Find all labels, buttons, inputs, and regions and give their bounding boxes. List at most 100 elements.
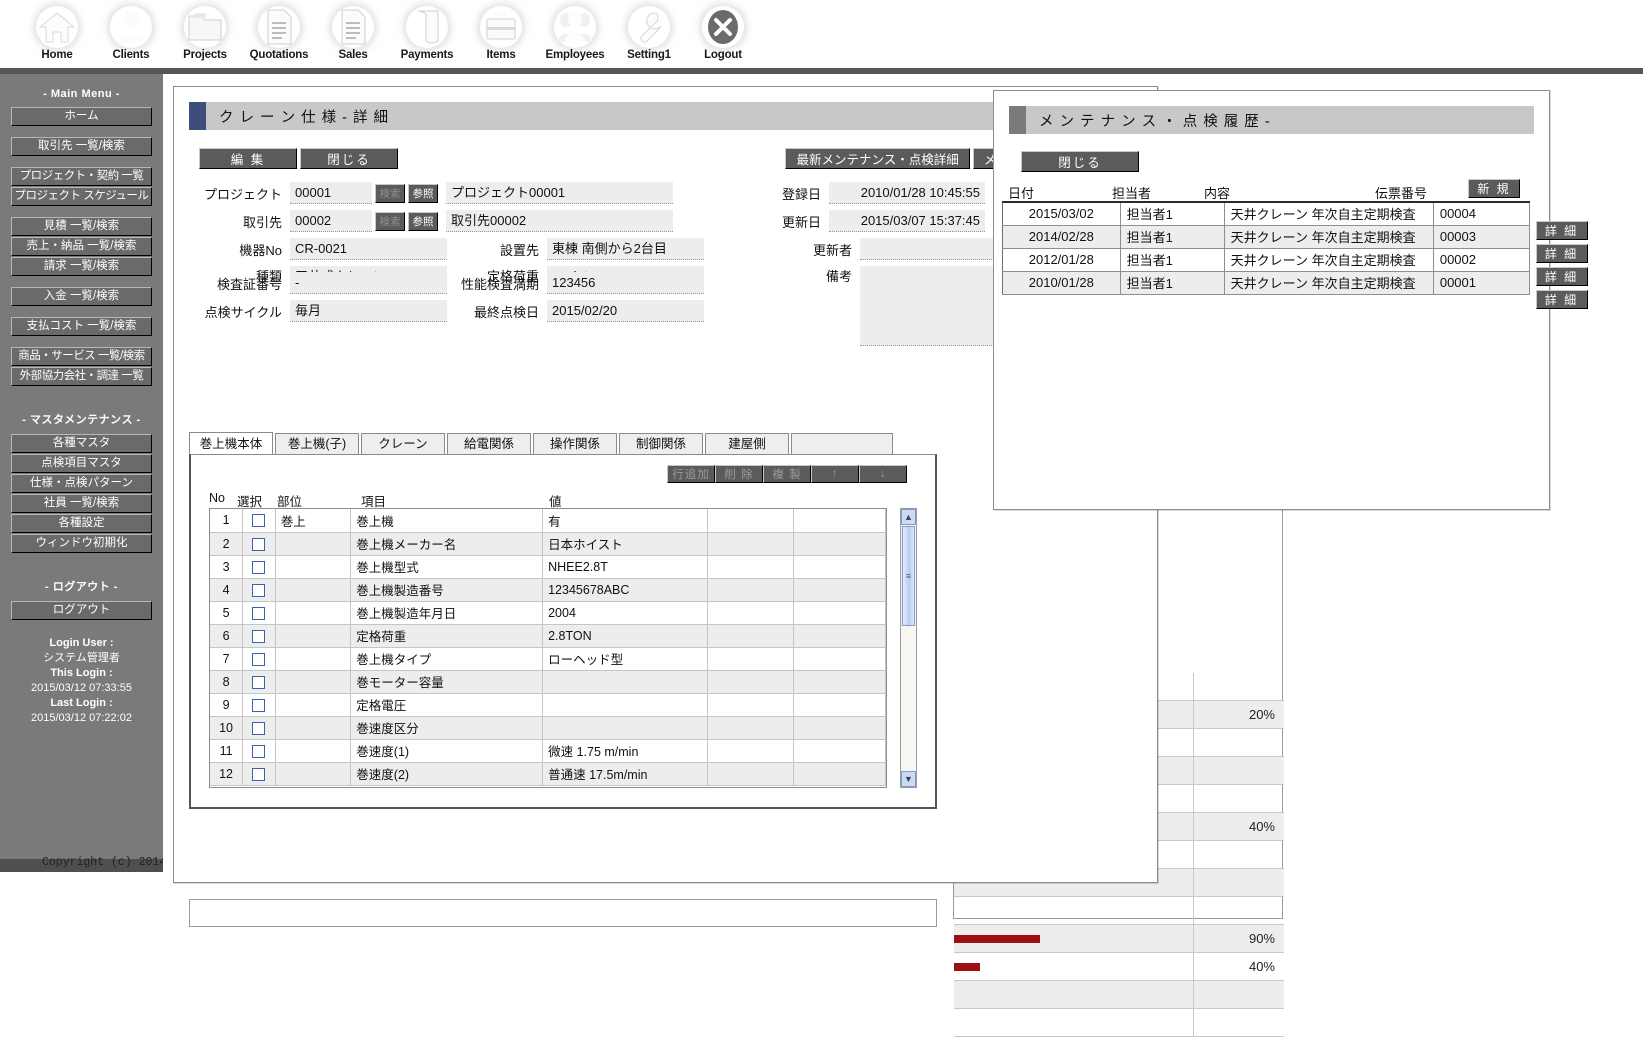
row-checkbox[interactable] (252, 514, 266, 528)
cell-select[interactable] (242, 601, 276, 625)
cell-select[interactable] (242, 762, 276, 786)
sidebar-item-project-contract[interactable]: プロジェクト・契約 一覧 (11, 167, 152, 186)
sidebar-item-settings[interactable]: 各種設定 (11, 514, 152, 533)
scroll-up-arrow-icon[interactable]: ▲ (901, 509, 916, 525)
project-search-button[interactable]: 検索 (375, 183, 405, 203)
sidebar-item-employees[interactable]: 社員 一覧/検索 (11, 494, 152, 513)
last-insp-field[interactable]: 2015/02/20 (547, 300, 704, 322)
table-row[interactable]: 9 定格電圧 (210, 693, 886, 717)
duplicate-row-button[interactable]: 複 製 (763, 465, 811, 483)
tab-crane[interactable]: クレーン (361, 433, 445, 455)
topnav-logout[interactable]: Logout (686, 0, 760, 61)
cell-select[interactable] (242, 739, 276, 763)
cell-select[interactable] (242, 532, 276, 556)
topnav-employees[interactable]: Employees (538, 0, 612, 61)
sidebar-item-clients[interactable]: 取引先 一覧/検索 (11, 137, 152, 156)
sidebar-item-master-various[interactable]: 各種マスタ (11, 434, 152, 453)
table-row[interactable]: 10 巻速度区分 (210, 716, 886, 740)
perf-exp-field[interactable]: 123456 (547, 272, 704, 294)
tab-control[interactable]: 制御関係 (619, 433, 703, 455)
row-checkbox[interactable] (252, 652, 266, 666)
row-checkbox[interactable] (252, 698, 266, 712)
sidebar-item-delivery[interactable]: 売上・納品 一覧/検索 (11, 237, 152, 256)
row-checkbox[interactable] (252, 721, 266, 735)
equipment-no-field[interactable]: CR-0021 (290, 238, 447, 260)
cell-select[interactable] (242, 509, 276, 533)
table-row[interactable]: 7 巻上機タイプ ローヘッド型 (210, 647, 886, 671)
client-search-button[interactable]: 検索 (375, 211, 405, 231)
scroll-down-arrow-icon[interactable]: ▼ (901, 771, 916, 787)
topnav-clients[interactable]: Clients (94, 0, 168, 61)
sidebar-item-window-reset[interactable]: ウィンドウ初期化 (11, 534, 152, 553)
table-row[interactable]: 6 定格荷重 2.8TON (210, 624, 886, 648)
client-code-field[interactable]: 00002 (290, 210, 372, 232)
scrollbar-thumb[interactable]: ≡ (902, 526, 915, 626)
edit-button[interactable]: 編 集 (199, 148, 297, 169)
table-row[interactable]: 2014/02/28 担当者1 天井クレーン 年次自主定期検査 00003 詳 細 (1002, 225, 1588, 263)
cert-no-field[interactable]: - (290, 272, 447, 294)
row-checkbox[interactable] (252, 606, 266, 620)
close-button[interactable]: 閉じる (300, 148, 398, 169)
table-row[interactable]: 8 巻モーター容量 (210, 670, 886, 694)
project-reference-button[interactable]: 参照 (408, 183, 438, 203)
spec-grid[interactable]: 1 巻上 巻上機有 2 巻上機メーカー名 日本ホイスト 3 巻上機型式 NHEE2.8T 4… (209, 508, 887, 788)
sidebar-item-logout[interactable]: ログアウト (11, 601, 152, 620)
topnav-projects[interactable]: Projects (168, 0, 242, 61)
grid-vertical-scrollbar[interactable]: ▲ ≡ ▼ (900, 508, 917, 788)
cycle-field[interactable]: 毎月 (290, 300, 447, 322)
tab-power-supply[interactable]: 給電関係 (447, 433, 531, 455)
tab-operation[interactable]: 操作関係 (533, 433, 617, 455)
cell-select[interactable] (242, 670, 276, 694)
table-row[interactable]: 3 巻上機型式 NHEE2.8T (210, 555, 886, 579)
table-row[interactable]: 2015/03/02 担当者1 天井クレーン 年次自主定期検査 00004 詳 細 (1002, 202, 1588, 241)
topnav-sales[interactable]: Sales (316, 0, 390, 61)
move-down-button[interactable]: ↓ (859, 465, 907, 483)
table-row[interactable]: 2010/01/28 担当者1 天井クレーン 年次自主定期検査 00001 詳 細 (1002, 271, 1588, 309)
table-row[interactable]: 4 巻上機製造番号 12345678ABC (210, 578, 886, 602)
history-close-button[interactable]: 閉じる (1021, 151, 1139, 172)
sidebar-item-payment-cost[interactable]: 支払コスト 一覧/検索 (11, 317, 152, 336)
row-checkbox[interactable] (252, 675, 266, 689)
topnav-home[interactable]: Home (20, 0, 94, 61)
topnav-quotations[interactable]: Quotations (242, 0, 316, 61)
row-checkbox[interactable] (252, 537, 266, 551)
delete-row-button[interactable]: 削 除 (715, 465, 763, 483)
sidebar-item-master-spec-pattern[interactable]: 仕様・点検パターン (11, 474, 152, 493)
location-field[interactable]: 東棟 南側から2台目 (547, 238, 704, 260)
tab-hoist-child[interactable]: 巻上機(子) (275, 433, 359, 455)
tab-building-side[interactable]: 建屋側 (705, 433, 789, 455)
cell-select[interactable] (242, 716, 276, 740)
sidebar-item-home[interactable]: ホーム (11, 107, 152, 126)
sidebar-item-quotation[interactable]: 見積 一覧/検索 (11, 217, 152, 236)
latest-maintenance-detail-button[interactable]: 最新メンテナンス・点検詳細 (785, 148, 970, 169)
client-reference-button[interactable]: 参照 (408, 211, 438, 231)
table-row[interactable]: 1 巻上 巻上機有 (210, 509, 886, 533)
cell-select[interactable] (242, 555, 276, 579)
cell-select[interactable] (242, 693, 276, 717)
row-checkbox[interactable] (252, 560, 266, 574)
table-row[interactable]: 11 巻速度(1) 微速 1.75 m/min (210, 739, 886, 763)
sidebar-item-master-inspection[interactable]: 点検項目マスタ (11, 454, 152, 473)
project-code-field[interactable]: 00001 (290, 182, 372, 204)
add-row-button[interactable]: 行追加 (667, 465, 715, 483)
cell-select[interactable] (242, 578, 276, 602)
tab-hoist-body[interactable]: 巻上機本体 (189, 432, 273, 455)
tab-blank[interactable] (791, 433, 893, 455)
sidebar-item-products-services[interactable]: 商品・サービス 一覧/検索 (11, 347, 152, 366)
row-checkbox[interactable] (252, 629, 266, 643)
topnav-payments[interactable]: Payments (390, 0, 464, 61)
table-row[interactable]: 12 巻速度(2) 普通速 17.5m/min (210, 762, 886, 786)
topnav-setting1[interactable]: Setting1 (612, 0, 686, 61)
row-checkbox[interactable] (252, 767, 266, 781)
table-row[interactable]: 2012/01/28 担当者1 天井クレーン 年次自主定期検査 00002 詳 細 (1002, 248, 1588, 286)
move-up-button[interactable]: ↑ (811, 465, 859, 483)
row-checkbox[interactable] (252, 744, 266, 758)
cell-select[interactable] (242, 647, 276, 671)
cell-select[interactable] (242, 624, 276, 648)
sidebar-item-receipts[interactable]: 入金 一覧/検索 (11, 287, 152, 306)
table-row[interactable]: 2 巻上機メーカー名 日本ホイスト (210, 532, 886, 556)
sidebar-item-invoice[interactable]: 請求 一覧/検索 (11, 257, 152, 276)
topnav-items[interactable]: Items (464, 0, 538, 61)
sidebar-item-project-schedule[interactable]: プロジェクト スケジュール (11, 187, 152, 206)
sidebar-item-partners-procurement[interactable]: 外部協力会社・調達 一覧 (11, 367, 152, 386)
